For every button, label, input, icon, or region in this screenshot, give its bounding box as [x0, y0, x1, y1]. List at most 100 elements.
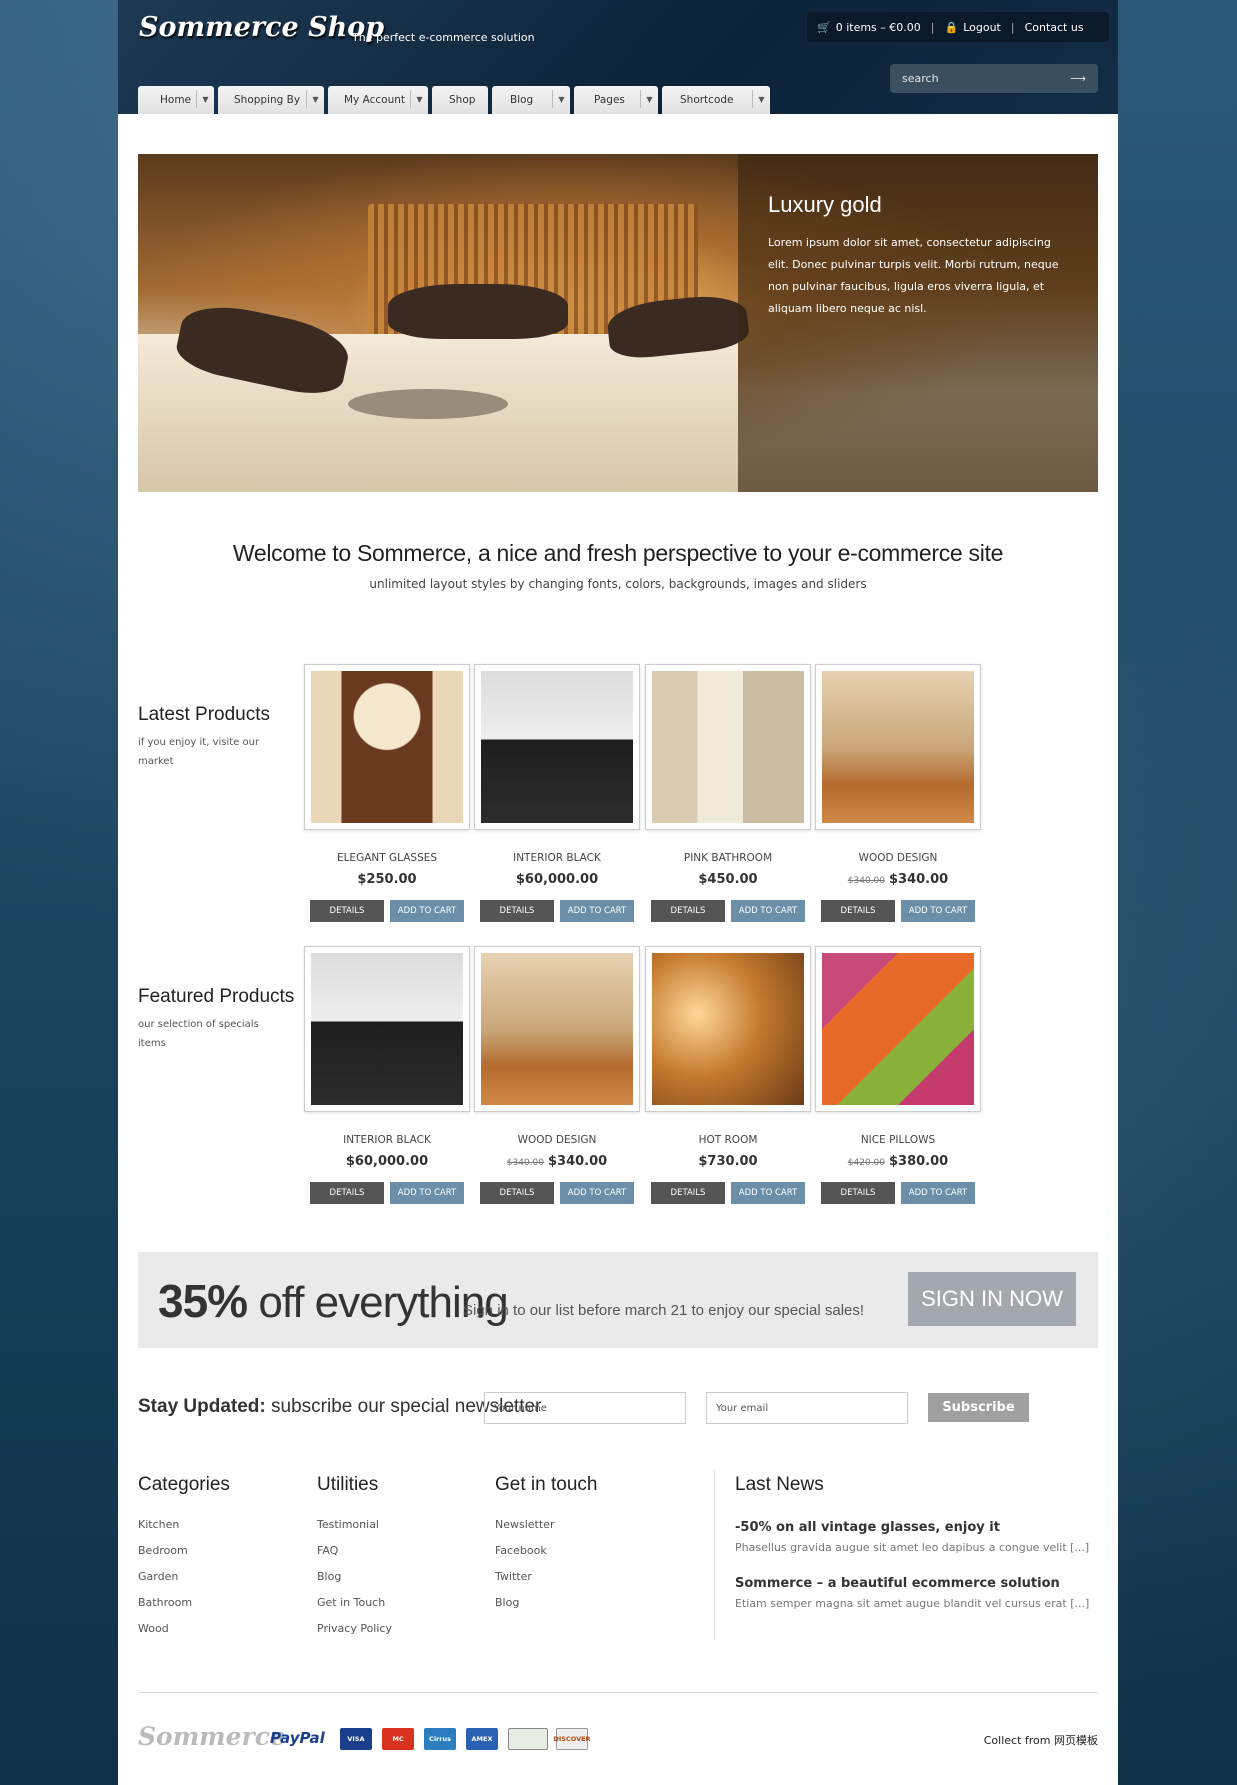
living-room-image [481, 953, 633, 1105]
nav-item-my-account[interactable]: My Account ▼ [328, 86, 428, 114]
product-thumbnail[interactable] [645, 664, 811, 830]
details-button[interactable]: DETAILS [480, 1182, 554, 1204]
product-price: $730.00 [645, 1154, 811, 1169]
footer-utilities: Utilities Testimonial FAQ Blog Get in To… [317, 1474, 392, 1648]
product-thumbnail[interactable] [474, 664, 640, 830]
details-button[interactable]: DETAILS [651, 900, 725, 922]
add-to-cart-button[interactable]: ADD TO CART [390, 1182, 464, 1204]
footer-link[interactable]: Newsletter [495, 1518, 597, 1544]
sign-in-now-button[interactable]: SIGN IN NOW [908, 1272, 1076, 1326]
add-to-cart-button[interactable]: ADD TO CART [560, 1182, 634, 1204]
page: Sommerce Shop The perfect e-commerce sol… [118, 0, 1118, 1785]
footer-link[interactable]: Facebook [495, 1544, 597, 1570]
nav-label: Home [160, 94, 192, 106]
details-button[interactable]: DETAILS [480, 900, 554, 922]
newsletter-title-bold: Stay Updated: [138, 1396, 266, 1417]
footer-link[interactable]: Wood [138, 1622, 230, 1648]
details-button[interactable]: DETAILS [310, 1182, 384, 1204]
product-name[interactable]: WOOD DESIGN [815, 852, 981, 864]
chevron-down-icon[interactable]: ▼ [752, 90, 770, 108]
promo-headline: 35% off everything [158, 1274, 509, 1328]
news-item-desc: Phasellus gravida augue sit amet leo dap… [735, 1541, 1090, 1554]
hero-slider[interactable]: Luxury gold Lorem ipsum dolor sit amet, … [138, 154, 1098, 492]
nav-label: My Account [344, 94, 406, 106]
chevron-down-icon[interactable]: ▼ [306, 90, 324, 108]
featured-products-title: Featured Products [138, 986, 295, 1007]
footer-link[interactable]: Bathroom [138, 1596, 230, 1622]
footer-link[interactable]: Blog [317, 1570, 392, 1596]
chevron-down-icon[interactable]: ▼ [640, 90, 658, 108]
product-name[interactable]: INTERIOR BLACK [474, 852, 640, 864]
site-tagline: The perfect e-commerce solution [352, 31, 535, 44]
product-price: $340.00 $340.00 [815, 872, 981, 887]
cart-icon[interactable]: 🛒 [817, 21, 831, 34]
news-item-title[interactable]: Sommerce – a beautiful ecommerce solutio… [735, 1576, 1095, 1591]
product-thumbnail[interactable] [304, 664, 470, 830]
details-button[interactable]: DETAILS [821, 1182, 895, 1204]
footer-link[interactable]: Testimonial [317, 1518, 392, 1544]
news-item-title[interactable]: -50% on all vintage glasses, enjoy it [735, 1520, 1095, 1535]
black-bed-image [481, 671, 633, 823]
chevron-down-icon[interactable]: ▼ [196, 90, 214, 108]
product-name[interactable]: WOOD DESIGN [474, 1134, 640, 1146]
footer-categories: Categories Kitchen Bedroom Garden Bathro… [138, 1474, 230, 1648]
chevron-down-icon[interactable]: ▼ [410, 90, 428, 108]
nav-item-shopping-by[interactable]: Shopping By ▼ [218, 86, 324, 114]
newsletter-name-field[interactable]: Your name [484, 1392, 686, 1424]
footer-link[interactable]: Get in Touch [317, 1596, 392, 1622]
footer-link[interactable]: Kitchen [138, 1518, 230, 1544]
add-to-cart-button[interactable]: ADD TO CART [731, 1182, 805, 1204]
nav-item-home[interactable]: Home ▼ [138, 86, 214, 114]
subscribe-button[interactable]: Subscribe [928, 1393, 1029, 1422]
footer-link[interactable]: Twitter [495, 1570, 597, 1596]
add-to-cart-button[interactable]: ADD TO CART [560, 900, 634, 922]
newsletter-email-field[interactable]: Your email [706, 1392, 908, 1424]
footer-utilities-title: Utilities [317, 1474, 379, 1495]
main-nav: Home ▼ Shopping By ▼ My Account ▼ Shop Blog… [138, 86, 770, 114]
add-to-cart-button[interactable]: ADD TO CART [901, 1182, 975, 1204]
paypal-logo: PayPal [270, 1729, 325, 1747]
search-input[interactable]: search ⟶ [890, 64, 1098, 93]
product-name[interactable]: PINK BATHROOM [645, 852, 811, 864]
footer-link[interactable]: Blog [495, 1596, 597, 1622]
footer-link[interactable]: Garden [138, 1570, 230, 1596]
contact-link[interactable]: Contact us [1025, 21, 1084, 34]
add-to-cart-button[interactable]: ADD TO CART [390, 900, 464, 922]
product-thumbnail[interactable] [815, 664, 981, 830]
details-button[interactable]: DETAILS [821, 900, 895, 922]
last-news-title: Last News [735, 1474, 824, 1495]
product-thumbnail[interactable] [645, 946, 811, 1112]
details-button[interactable]: DETAILS [310, 900, 384, 922]
welcome-title: Welcome to Sommerce, a nice and fresh pe… [232, 540, 1004, 566]
footer-link[interactable]: FAQ [317, 1544, 392, 1570]
collect-from-link[interactable]: Collect from 网页模板 [984, 1732, 1098, 1748]
product-current-price: $60,000.00 [345, 1154, 429, 1169]
nav-item-blog[interactable]: Blog ▼ [492, 86, 570, 114]
product-name[interactable]: NICE PILLOWS [815, 1134, 981, 1146]
nav-item-shop[interactable]: Shop [432, 86, 488, 114]
tray-shape [348, 389, 508, 419]
product-thumbnail[interactable] [304, 946, 470, 1112]
details-button[interactable]: DETAILS [651, 1182, 725, 1204]
product-name[interactable]: HOT ROOM [645, 1134, 811, 1146]
chevron-down-icon[interactable]: ▼ [552, 90, 570, 108]
logout-link[interactable]: Logout [963, 21, 1001, 34]
footer-link[interactable]: Privacy Policy [317, 1622, 392, 1648]
product-thumbnail[interactable] [474, 946, 640, 1112]
search-placeholder: search [902, 72, 939, 85]
bathroom-image [652, 671, 804, 823]
footer-link[interactable]: Bedroom [138, 1544, 230, 1570]
divider [714, 1470, 715, 1640]
nav-item-pages[interactable]: Pages ▼ [574, 86, 658, 114]
slide-text: Lorem ipsum dolor sit amet, consectetur … [768, 236, 1059, 315]
add-to-cart-button[interactable]: ADD TO CART [901, 900, 975, 922]
slide-caption: Luxury gold Lorem ipsum dolor sit amet, … [738, 154, 1098, 492]
site-logo[interactable]: Sommerce Shop [139, 12, 384, 43]
product-name[interactable]: INTERIOR BLACK [304, 1134, 470, 1146]
product-thumbnail[interactable] [815, 946, 981, 1112]
arrow-right-icon[interactable]: ⟶ [1070, 72, 1086, 85]
nav-item-shortcode[interactable]: Shortcode ▼ [662, 86, 770, 114]
product-name[interactable]: ELEGANT GLASSES [304, 852, 470, 864]
cart-summary-link[interactable]: 0 items – €0.00 [836, 21, 921, 34]
add-to-cart-button[interactable]: ADD TO CART [731, 900, 805, 922]
